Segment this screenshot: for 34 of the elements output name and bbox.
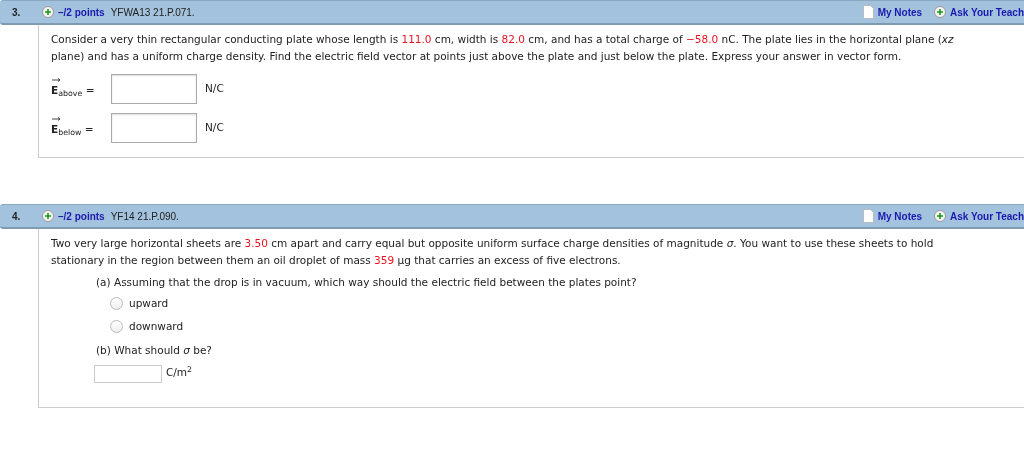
answer-field[interactable] <box>94 364 162 383</box>
vector-label: E$_{above}$ = <box>51 79 111 99</box>
vector-arrow-icon <box>52 117 61 122</box>
plus-icon <box>42 6 54 18</box>
question-text: Two very large horizontal sheets are 3.50 cm apart and carry equal but opposite uniform surface charge densities of magnitude σ. You want to use these sheets to hold stationary in the region between them an oil droplet of mass 359 µg that carries an excess of five electrons. <box>51 236 935 268</box>
unit-label: N/C <box>205 81 224 96</box>
note-icon <box>862 209 874 223</box>
ask-teacher-link[interactable]: Ask Your Teach <box>950 4 1024 20</box>
my-notes-link[interactable]: My Notes <box>877 208 923 224</box>
plus-icon <box>934 210 947 222</box>
question-text: Consider a very thin rectangular conducting plate whose length is 111.0 cm, width is 82.0 cm, and has a total charge of −58.0 nC. The plate lies in the horizontal plane (xz plane) and has a uniform charge density. Find the electric field vector at points just above the plate and just below the plate. Express your answer in vector form. <box>51 32 955 64</box>
part-prompt: (b) What should σ be? <box>96 342 213 358</box>
ask-teacher-link[interactable]: Ask Your Teach <box>950 208 1024 224</box>
radio-button[interactable] <box>110 320 123 334</box>
note-icon <box>862 5 874 19</box>
question-number: 3. <box>12 5 22 20</box>
points-label: –/2 points <box>58 209 105 224</box>
plus-icon <box>42 210 54 222</box>
my-notes-link[interactable]: My Notes <box>877 4 923 20</box>
part-prompt: (a) Assuming that the drop is in vacuum, which way should the electric field between the plates point? <box>96 275 638 290</box>
unit-label: N/C <box>205 120 224 135</box>
points-label: –/2 points <box>58 5 105 20</box>
question-number: 4. <box>12 209 22 224</box>
answer-field[interactable] <box>111 74 197 104</box>
unit-label: C/m$^{2}$ <box>166 364 193 380</box>
vector-label: E$_{below}$ = <box>51 118 111 138</box>
plus-icon <box>934 6 947 18</box>
option-label: upward <box>129 295 169 311</box>
problem-code: YF14 21.P.090. <box>110 209 179 224</box>
vector-arrow-icon <box>52 78 61 83</box>
option-label: downward <box>129 318 184 334</box>
answer-field[interactable] <box>111 113 197 143</box>
radio-button[interactable] <box>110 297 123 311</box>
problem-code: YFWA13 21.P.071. <box>110 5 195 20</box>
